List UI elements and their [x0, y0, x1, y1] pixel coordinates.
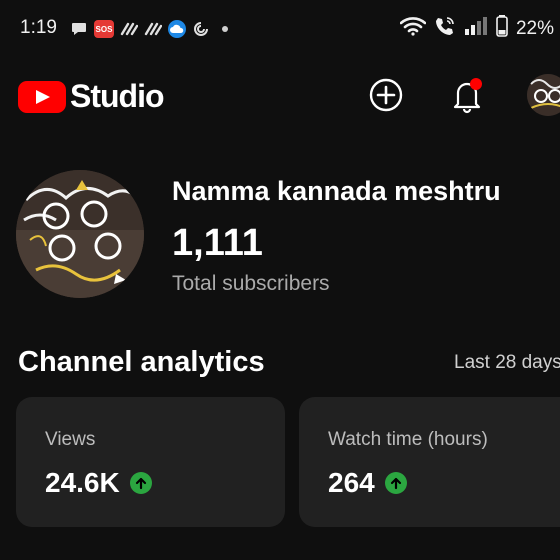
views-card[interactable]: Views 24.6K	[16, 397, 285, 527]
create-button[interactable]	[369, 78, 403, 112]
views-label: Views	[45, 429, 96, 450]
battery-percent: 22%	[515, 17, 554, 39]
watch-time-value-row: 264	[328, 467, 407, 499]
signal-icon	[464, 16, 488, 41]
watch-time-value: 264	[328, 467, 375, 498]
trend-up-icon	[129, 472, 152, 494]
notification-icons: SOS	[70, 20, 228, 38]
wifi-icon	[399, 16, 427, 41]
cloud-icon	[168, 20, 186, 38]
youtube-studio-logo[interactable]: Studio	[18, 78, 165, 115]
views-value: 24.6K	[45, 467, 120, 498]
app-notification-icon	[120, 20, 138, 38]
watch-time-card[interactable]: Watch time (hours) 264	[299, 397, 560, 527]
notifications-button[interactable]	[449, 76, 485, 114]
subscriber-count: 1,111	[172, 222, 263, 264]
channel-avatar-image	[16, 170, 144, 298]
wifi-calling-icon	[434, 15, 456, 42]
views-value-row: 24.6K	[45, 467, 152, 499]
account-avatar[interactable]	[527, 74, 560, 116]
status-time: 1:19	[20, 17, 57, 38]
channel-avatar[interactable]	[16, 170, 144, 298]
more-notifications-dot-icon	[222, 26, 228, 32]
trend-up-icon	[384, 472, 407, 494]
chat-bubble-icon	[70, 20, 88, 38]
notification-badge	[470, 78, 482, 90]
logo-text: Studio	[70, 78, 165, 114]
battery-icon	[496, 15, 508, 42]
watch-time-label: Watch time (hours)	[328, 429, 488, 450]
avatar-image	[527, 74, 560, 116]
subscriber-label: Total subscribers	[172, 272, 330, 295]
status-right: 22%	[399, 15, 554, 42]
youtube-play-icon	[18, 80, 66, 113]
app-notification-icon-2	[144, 20, 162, 38]
plus-circle-icon	[369, 78, 403, 112]
channel-analytics-title: Channel analytics	[18, 346, 265, 378]
analytics-period[interactable]: Last 28 days	[454, 352, 560, 374]
sos-icon: SOS	[94, 20, 114, 38]
channel-name: Namma kannada meshtru	[172, 176, 501, 206]
spiral-app-icon	[192, 20, 210, 38]
